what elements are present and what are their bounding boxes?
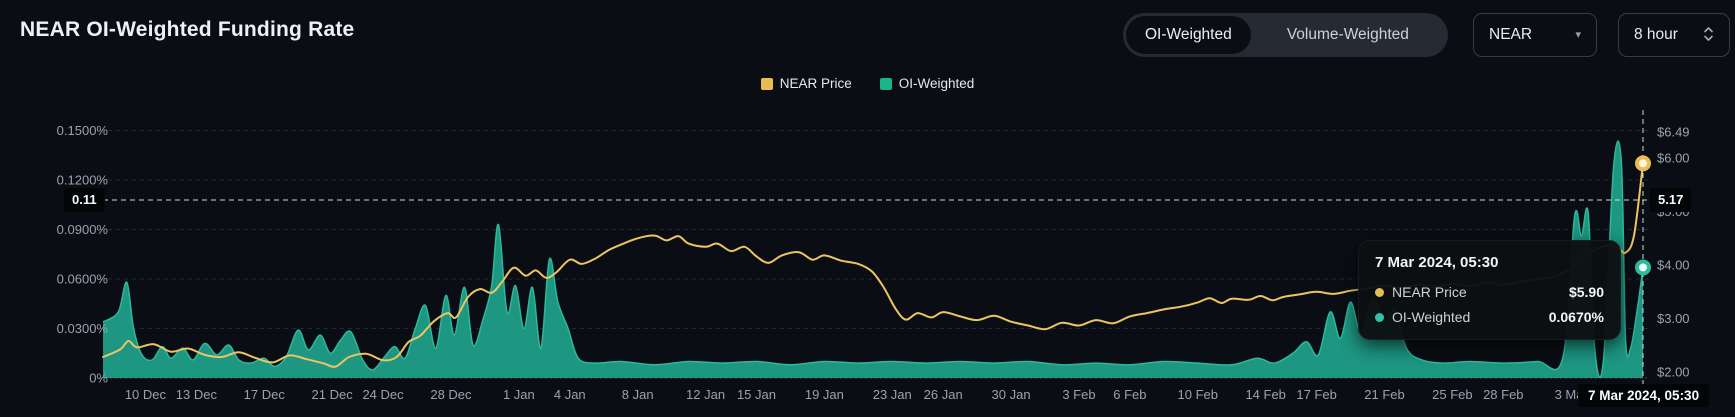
near-price-dot-icon xyxy=(1375,287,1384,297)
x-axis-tick-label: 8 Jan xyxy=(622,387,654,402)
x-axis-tick-label: 25 Feb xyxy=(1432,387,1472,402)
x-axis-tick-label: 15 Jan xyxy=(737,387,776,402)
y-axis-right-tick-label: $4.00 xyxy=(1657,258,1690,273)
x-axis-tick-label: 6 Feb xyxy=(1113,387,1146,402)
x-axis-tick-label: 21 Dec xyxy=(312,387,354,402)
x-axis-tick-label: 13 Dec xyxy=(176,387,218,402)
x-axis-tick-label: 4 Jan xyxy=(554,387,586,402)
x-axis-tick-label: 14 Feb xyxy=(1245,387,1285,402)
x-axis-tick-label: 26 Jan xyxy=(924,387,963,402)
funding-marker xyxy=(1635,259,1651,276)
x-axis-tick-label: 17 Dec xyxy=(244,387,286,402)
x-axis-tick-label: 19 Jan xyxy=(805,387,844,402)
y-axis-left-tick-label: 0.1200% xyxy=(57,173,109,188)
price-marker xyxy=(1635,155,1651,172)
tooltip-value: 0.0670% xyxy=(1548,309,1604,325)
x-axis-tick-label: 30 Jan xyxy=(992,387,1031,402)
x-axis-tick-label: 24 Dec xyxy=(362,387,404,402)
y-axis-left-tick-label: 0.0600% xyxy=(57,272,109,287)
tooltip-label: NEAR Price xyxy=(1392,284,1467,300)
funding-rate-chart[interactable]: 0.1500% 0.1200% 0.0900% 0.0600% 0.0300% 0% $6.… xyxy=(0,0,1735,417)
y-axis-right-tick-label: $6.00 xyxy=(1657,151,1690,166)
x-axis-tick-label: 3 Feb xyxy=(1062,387,1095,402)
oi-weighted-dot-icon xyxy=(1375,312,1384,322)
y-axis-left-tick-label: 0.0300% xyxy=(57,321,109,336)
funding-rate-page: NEAR OI-Weighted Funding Rate OI-Weighte… xyxy=(0,0,1735,417)
x-axis-tick-label: 28 Dec xyxy=(430,387,472,402)
y-axis-left-tick-label: 0.0900% xyxy=(57,222,109,237)
y-axis-right-tick-label: $3.00 xyxy=(1657,311,1690,326)
x-axis-tick-label: 10 Dec xyxy=(125,387,167,402)
x-axis-tick-label: 17 Feb xyxy=(1296,387,1336,402)
tooltip-row-oi-weighted: OI-Weighted 0.0670% xyxy=(1375,309,1604,325)
x-axis-tick-label: 23 Jan xyxy=(873,387,912,402)
x-axis-tick-label: 28 Feb xyxy=(1483,387,1523,402)
x-axis-tick-label: 10 Feb xyxy=(1178,387,1218,402)
x-axis-tick-label: 21 Feb xyxy=(1364,387,1404,402)
y-axis-right-tick-label: $2.00 xyxy=(1657,365,1690,380)
tooltip-row-near-price: NEAR Price $5.90 xyxy=(1375,284,1604,300)
y-axis-left-tick-label: 0% xyxy=(89,371,108,386)
crosshair-funding-value-label: 0.11 xyxy=(64,188,105,212)
y-axis-right-tick-label: $6.49 xyxy=(1657,124,1690,139)
tooltip-date: 7 Mar 2024, 05:30 xyxy=(1375,254,1499,271)
tooltip-label: OI-Weighted xyxy=(1392,309,1471,325)
tooltip-value: $5.90 xyxy=(1568,284,1604,300)
y-axis-left-tick-label: 0.1500% xyxy=(57,123,109,138)
crosshair-price-value-label: 5.17 xyxy=(1650,188,1692,212)
x-axis-tick-label: 1 Jan xyxy=(503,387,535,402)
chart-tooltip: 7 Mar 2024, 05:30 NEAR Price $5.90 OI-We… xyxy=(1358,240,1621,340)
crosshair-date-label: 7 Mar 2024, 05:30 xyxy=(1578,384,1710,407)
x-axis-tick-label: 12 Jan xyxy=(686,387,725,402)
